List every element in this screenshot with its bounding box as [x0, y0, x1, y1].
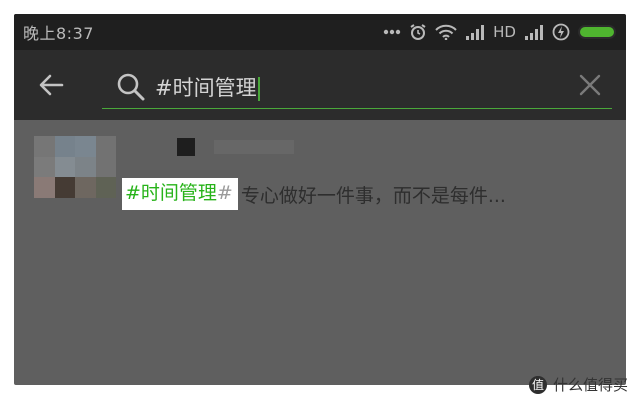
- status-time: 晚上8:37: [23, 24, 94, 43]
- watermark-logo: 值: [528, 375, 547, 394]
- search-query[interactable]: #时间管理: [155, 72, 260, 102]
- result-name-blurred: [214, 140, 294, 154]
- hashtag-highlight: #时间管理#: [122, 178, 238, 210]
- result-name-pixel: [177, 138, 195, 156]
- snippet-text: 专心做好一件事，而不是每件...: [240, 184, 506, 207]
- status-bar: 晚上8:37 HD: [14, 14, 626, 50]
- signal-icon: [465, 24, 485, 40]
- back-arrow-icon[interactable]: [36, 70, 66, 100]
- watermark-text: 什么值得买: [552, 376, 628, 394]
- search-icon: [116, 72, 146, 106]
- charging-icon: [552, 23, 570, 41]
- battery-icon: [578, 25, 616, 39]
- network-type: HD: [493, 23, 516, 41]
- watermark: 值 什么值得买: [528, 374, 628, 395]
- search-header: #时间管理: [14, 50, 626, 120]
- signal-icon: [524, 24, 544, 40]
- result-snippet: #时间管理# 专心做好一件事，而不是每件...: [122, 178, 506, 210]
- wifi-icon: [435, 24, 457, 40]
- search-input[interactable]: #时间管理: [102, 60, 612, 109]
- avatar: [34, 136, 116, 198]
- clear-icon[interactable]: [578, 73, 602, 97]
- app-screen: 晚上8:37 HD #时间管理 #时间管理# 专心做好一件事，而不是每件...: [14, 14, 626, 385]
- text-caret: [257, 77, 260, 101]
- alarm-icon: [409, 23, 427, 41]
- search-result-item[interactable]: #时间管理# 专心做好一件事，而不是每件...: [14, 120, 626, 230]
- status-icons: HD: [383, 23, 616, 41]
- dots-icon: [383, 29, 401, 35]
